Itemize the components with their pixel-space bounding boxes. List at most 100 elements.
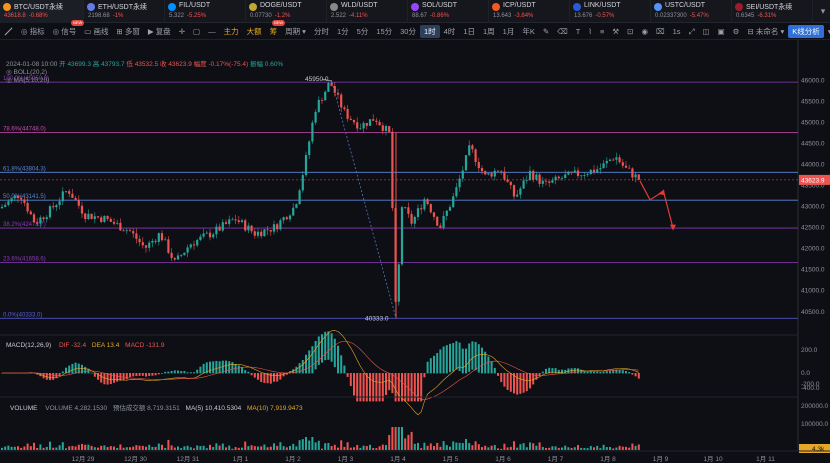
expand-icon[interactable]: ⤢ xyxy=(685,25,699,38)
crosshair-icon[interactable]: ✛ xyxy=(175,25,189,38)
coin-icon xyxy=(330,3,338,11)
indicators-button[interactable]: ◎ 指标 xyxy=(17,25,49,38)
minus-icon[interactable]: — xyxy=(204,25,220,38)
camera-icon[interactable]: ▣ xyxy=(714,25,729,38)
speed-selector[interactable]: 1s xyxy=(669,25,685,38)
macd-bar xyxy=(605,371,608,374)
chart-svg[interactable]: 46000.045500.045000.044500.044000.043500… xyxy=(0,40,830,463)
macd-bar xyxy=(343,365,346,374)
ticker-price: 0.6345 -6.31% xyxy=(736,13,776,19)
boll-legend[interactable]: ◎ BOLL(20,2) xyxy=(6,68,47,76)
text-icon[interactable]: T xyxy=(572,25,585,38)
macd-legend[interactable]: MACD(12,26,9) DIF -32.4 DEA 13.4 MACD -1… xyxy=(6,342,165,349)
candle-body xyxy=(295,204,298,208)
volume-bar xyxy=(196,445,199,450)
volume-bar xyxy=(250,445,253,450)
ticker-item[interactable]: DOGE/USDT 0.07730 -1.2% xyxy=(246,0,327,23)
candle-body xyxy=(157,233,160,242)
macd-bar xyxy=(282,373,285,377)
interval-3[interactable]: 15分 xyxy=(372,25,396,38)
interval-2[interactable]: 5分 xyxy=(353,25,373,38)
settings-icon[interactable]: ⚙ xyxy=(729,25,744,38)
volume-bar xyxy=(621,446,624,450)
multi-window-button[interactable]: ⊞ 多窗 xyxy=(112,25,143,38)
macd-bar xyxy=(189,372,192,374)
volume-bar xyxy=(461,443,464,450)
volume-bar xyxy=(317,440,320,450)
candle-body xyxy=(74,198,77,200)
interval-8[interactable]: 1周 xyxy=(479,25,499,38)
ai-analysis-button[interactable]: K线分析 xyxy=(788,24,824,38)
layout-name-select[interactable]: ⊟ 未命名 ▾ xyxy=(743,25,788,38)
macd-bar xyxy=(481,347,483,374)
ticker-item[interactable]: LINK/USDT 13.676 -0.57% xyxy=(570,0,651,23)
eraser-icon[interactable]: ⌫ xyxy=(553,25,572,38)
fib-icon[interactable]: ≡ xyxy=(596,25,608,38)
ma-legend[interactable]: ◎ MA(5,10,20) xyxy=(6,76,49,84)
candle-body xyxy=(397,264,400,302)
layout-button[interactable]: ▭ 画线 xyxy=(80,25,112,38)
big-order-button[interactable]: 大额 xyxy=(243,25,266,38)
volume-bar xyxy=(106,447,109,450)
screenshot-icon[interactable]: ◫ xyxy=(699,25,714,38)
draw-line-icon[interactable] xyxy=(0,25,17,38)
interval-7[interactable]: 1日 xyxy=(459,25,479,38)
macd-bar xyxy=(589,371,592,374)
eye-icon[interactable]: ◉ xyxy=(637,25,652,38)
macd-bar xyxy=(471,341,474,370)
ticker-item[interactable]: SOL/USDT 88.67 -0.86% xyxy=(408,0,489,23)
lock-icon[interactable]: ⊡ xyxy=(623,25,637,38)
volume-bar xyxy=(381,444,384,450)
trash-icon[interactable]: ⌧ xyxy=(652,25,669,38)
pen-icon[interactable]: ✎ xyxy=(539,25,553,38)
candle-body xyxy=(199,236,202,241)
volume-bar xyxy=(618,445,621,450)
volume-bar xyxy=(484,445,487,450)
interval-0[interactable]: 分时 xyxy=(310,25,333,38)
interval-1[interactable]: 1分 xyxy=(333,25,353,38)
chart-area[interactable]: 46000.0 45500.0 45000.0 44500.0 44000.0 43500… xyxy=(0,40,830,463)
signal-button[interactable]: ◎ 信号 NEW xyxy=(49,19,85,38)
ticker-item[interactable]: ICP/USDT 13.643 -3.84% xyxy=(489,0,570,23)
macd-bar xyxy=(557,369,560,374)
candle-body xyxy=(125,230,128,232)
current-price-text: 43623.9 xyxy=(801,177,825,184)
candle-body xyxy=(298,190,301,205)
interval-4[interactable]: 30分 xyxy=(396,25,420,38)
time-axis-label: 12月 30 xyxy=(124,455,147,463)
macd-bar xyxy=(525,373,528,392)
candle-body xyxy=(471,145,474,150)
candle-body xyxy=(365,122,368,126)
tools-icon[interactable]: ⚒ xyxy=(608,25,623,38)
candle-body xyxy=(455,187,458,197)
more-icon[interactable]: ▾ xyxy=(824,25,830,38)
candle-body xyxy=(336,92,340,95)
ticker-more-icon[interactable]: ▾ xyxy=(816,0,830,23)
interval-6[interactable]: 4时 xyxy=(440,25,460,38)
candle-body xyxy=(96,216,100,218)
ticker-item[interactable]: USTC/USDT 0.02337300 -5.47% xyxy=(651,0,732,23)
candle-body xyxy=(468,145,471,156)
candle-body xyxy=(212,234,215,238)
interval-10[interactable]: 年K xyxy=(518,25,539,38)
ticker-item[interactable]: WLD/USDT 2.522 -4.11% xyxy=(327,0,408,23)
chip-button[interactable]: 筹 NEW xyxy=(266,19,286,38)
ticker-symbol: SEI/USDT永续 xyxy=(746,4,793,11)
macd-bar xyxy=(202,363,205,374)
ticker-item[interactable]: SEI/USDT永续 0.6345 -6.31% xyxy=(732,0,813,23)
volume-legend[interactable]: VOLUME VOLUME 4,282.1530 预估成交额 8,719.315… xyxy=(10,402,303,412)
ticker-item[interactable]: FIL/USDT 5.322 -5.25% xyxy=(165,0,246,23)
volume-bar xyxy=(241,447,243,450)
ticker-item[interactable]: ETH/USDT永续 2198.68 -1% xyxy=(84,0,165,23)
replay-button[interactable]: ▶ 复盘 xyxy=(144,25,175,38)
period-button[interactable]: 周期 ▾ xyxy=(281,25,310,38)
candle-body xyxy=(368,119,372,126)
volume-bar xyxy=(49,441,51,450)
macd-bar xyxy=(353,373,355,396)
interval-9[interactable]: 1月 xyxy=(499,25,519,38)
main-force-button[interactable]: 主力 xyxy=(220,25,243,38)
rectangle-icon[interactable]: ▢ xyxy=(189,25,204,38)
price-axis-label: 45000.0 xyxy=(801,120,825,127)
brush-icon[interactable]: ⌇ xyxy=(584,25,596,38)
interval-5[interactable]: 1时 xyxy=(419,24,440,38)
